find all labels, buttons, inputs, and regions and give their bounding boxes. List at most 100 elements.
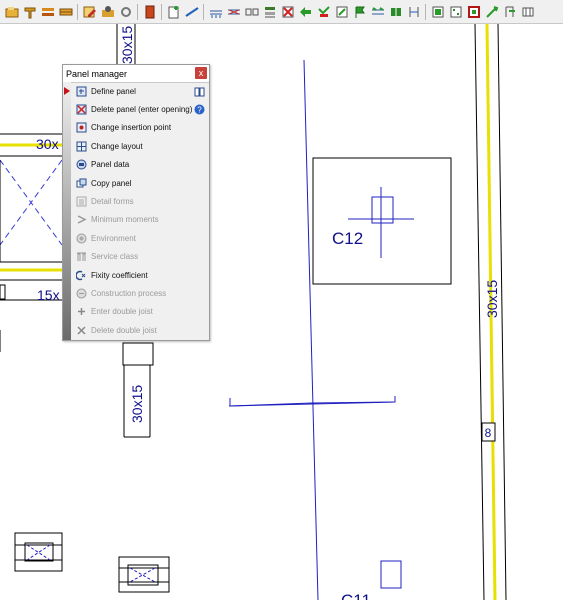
- panel-menu-item[interactable]: Change insertion point: [71, 119, 209, 137]
- column-bottom-left[interactable]: [14, 532, 63, 572]
- check-icon[interactable]: [465, 3, 482, 20]
- book-icon[interactable]: [194, 86, 205, 97]
- panel-menu-item-label: Environment: [91, 233, 136, 243]
- column-bottom-mid[interactable]: [118, 556, 170, 593]
- beam-top-left-label: 30x15: [119, 26, 135, 64]
- left-slab-diagonals: [0, 159, 63, 262]
- minimum-moments-icon: [76, 214, 87, 225]
- fixity-icon: [76, 270, 87, 281]
- split-icon[interactable]: [387, 3, 404, 20]
- move-icon[interactable]: [297, 3, 314, 20]
- insert-icon[interactable]: [21, 3, 38, 20]
- panel-menu-item-label: Define panel: [91, 86, 136, 96]
- panel-menu-item-label: Detail forms: [91, 197, 134, 207]
- joist-icon[interactable]: [207, 3, 224, 20]
- panel-menu-item: Service class: [71, 248, 209, 266]
- panel-manager-titlebar[interactable]: Panel manager x: [63, 65, 209, 83]
- panel-menu-item-label: Construction process: [91, 288, 167, 298]
- service-class-icon: [76, 251, 87, 262]
- main-toolbar: [0, 0, 563, 24]
- left-small-box: [0, 284, 6, 300]
- panel-menu-item[interactable]: Define panel: [64, 82, 209, 100]
- column-c12-label: C12: [332, 229, 363, 248]
- panel-menu-item-label: Change layout: [91, 141, 143, 151]
- copy-icon[interactable]: [315, 3, 332, 20]
- copy-panel-icon: [76, 178, 87, 189]
- panel-data-icon: [76, 159, 87, 170]
- x-icon: [76, 325, 87, 336]
- panel-menu-item: Detail forms: [71, 192, 209, 210]
- beam-icon[interactable]: [57, 3, 74, 20]
- opening-icon[interactable]: [501, 3, 518, 20]
- panel-menu-item: Environment: [71, 229, 209, 247]
- panel-menu-item-label: Delete double joist: [91, 325, 157, 335]
- bars-icon[interactable]: [483, 3, 500, 20]
- new-icon[interactable]: [165, 3, 182, 20]
- joist-alt-icon[interactable]: [225, 3, 242, 20]
- panel-menu-item[interactable]: Change layout: [71, 137, 209, 155]
- toolbar-separator: [77, 3, 78, 20]
- view-icon[interactable]: [117, 3, 134, 20]
- panel-menu-item-label: Delete panel (enter opening): [91, 105, 193, 115]
- selection-pointer-icon: [64, 87, 70, 95]
- plus-icon: [76, 306, 87, 317]
- panel-menu-item: Enter double joist: [71, 303, 209, 321]
- table-icon[interactable]: [369, 3, 386, 20]
- axis-line: [303, 59, 319, 600]
- delete-panel-icon: [76, 104, 87, 115]
- right-box-number: 8: [485, 426, 492, 440]
- panel-menu-item-label: Minimum moments: [91, 215, 159, 225]
- pattern-icon[interactable]: [447, 3, 464, 20]
- close-button[interactable]: x: [195, 67, 207, 79]
- panel-menu-item-label: Service class: [91, 252, 139, 262]
- column-c12-box[interactable]: [312, 157, 452, 285]
- column-c11-label: C11: [341, 591, 371, 600]
- panel-menu-item-label: Panel data: [91, 160, 130, 170]
- flag-icon[interactable]: [351, 3, 368, 20]
- grid-icon[interactable]: [429, 3, 446, 20]
- beam-left-horizontal[interactable]: [0, 133, 62, 301]
- gap-icon[interactable]: [243, 3, 260, 20]
- column-icon[interactable]: [141, 3, 158, 20]
- panel-manager-window: Panel manager x Define panel Delete panel…: [62, 64, 210, 341]
- panel-menu-item[interactable]: Delete panel (enter opening)?: [71, 100, 209, 118]
- insertion-point-icon: [76, 122, 87, 133]
- panel-menu-item-label: Enter double joist: [91, 307, 153, 317]
- toolbar-separator: [203, 3, 204, 20]
- panel-menu-item: Delete double joist: [71, 321, 209, 339]
- beam-left-mid-label: 30x: [36, 136, 59, 152]
- panel-menu-item-label: Fixity coefficient: [91, 270, 148, 280]
- line-icon[interactable]: [183, 3, 200, 20]
- panel-left-strip: [63, 82, 71, 340]
- delete-icon[interactable]: [279, 3, 296, 20]
- panel-menu-item: Minimum moments: [71, 211, 209, 229]
- toolbar-separator: [425, 3, 426, 20]
- align-icon[interactable]: [261, 3, 278, 20]
- panel-menu: Define panel Delete panel (enter opening)…: [64, 82, 209, 339]
- detail-forms-icon: [76, 196, 87, 207]
- toolbar-separator: [137, 3, 138, 20]
- gap-alt-icon[interactable]: [519, 3, 536, 20]
- panel-menu-item-label: Copy panel: [91, 178, 132, 188]
- svg-text:?: ?: [197, 106, 202, 115]
- environment-icon: [76, 233, 87, 244]
- layers-icon[interactable]: [39, 3, 56, 20]
- panel-menu-item-label: Change insertion point: [91, 123, 172, 133]
- panel-menu-item[interactable]: Copy panel: [71, 174, 209, 192]
- column-c11-section[interactable]: [380, 560, 402, 589]
- edit-icon[interactable]: [81, 3, 98, 20]
- measure-icon[interactable]: [405, 3, 422, 20]
- open-icon[interactable]: [3, 3, 20, 20]
- panel-menu-item[interactable]: Fixity coefficient: [71, 266, 209, 284]
- beam-right-label: 30x15: [484, 280, 500, 318]
- define-panel-icon: [76, 86, 87, 97]
- beam-left-low-label: 15x: [37, 287, 60, 303]
- toolbar-separator: [161, 3, 162, 20]
- modify-icon[interactable]: [333, 3, 350, 20]
- panel-menu-item[interactable]: Panel data: [71, 156, 209, 174]
- help-icon[interactable]: ?: [194, 104, 205, 115]
- settings-icon[interactable]: [99, 3, 116, 20]
- panel-manager-title: Panel manager: [66, 68, 128, 79]
- construction-icon: [76, 288, 87, 299]
- beam-column-low-label: 30x15: [129, 385, 145, 423]
